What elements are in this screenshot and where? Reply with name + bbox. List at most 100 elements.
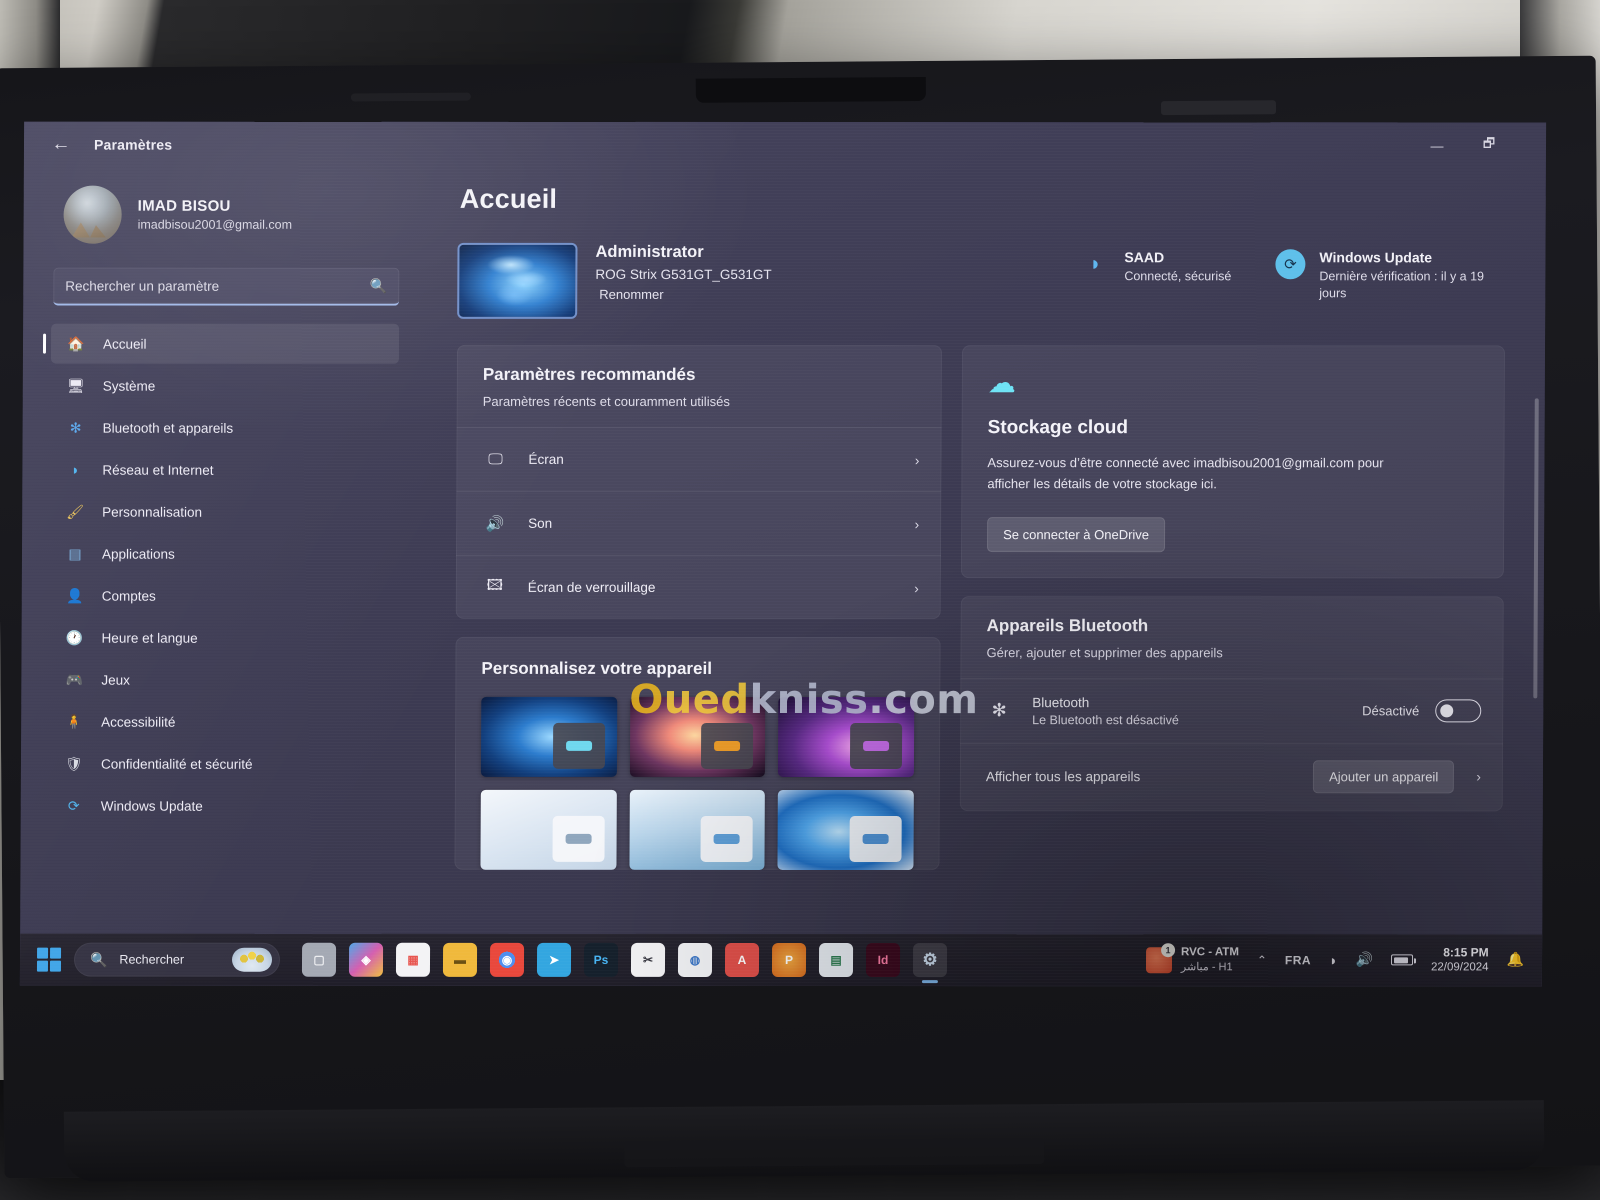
back-arrow-icon[interactable]: ← [46,130,76,160]
toggle-state-label: Désactivé [1362,703,1420,719]
sidebar-item-label: Personnalisation [102,504,203,520]
search-icon[interactable]: 🔍 [370,278,388,295]
adobe-reader-blue-icon[interactable]: ◍ [677,942,713,977]
content-scrollbar[interactable] [1533,398,1539,699]
bluetooth-toggle[interactable] [1435,699,1482,723]
sidebar-item-jeux[interactable]: 🎮 Jeux [49,660,397,700]
tray-media-item[interactable]: RVC - ATM مباشر - H1 [1145,947,1239,974]
right-column: ☁ Stockage cloud Assurez-vous d’être con… [959,345,1506,829]
row-label: Son [528,515,553,531]
wallpaper-thumb-3[interactable] [778,696,915,778]
status-item-windows-update[interactable]: ⟳ Windows Update Dernière vérification :… [1275,249,1505,302]
microsoft-store-icon[interactable]: ▦ [395,942,431,977]
sidebar-item-windows-update[interactable]: ⟳ Windows Update [49,786,397,826]
taskbar-search[interactable]: 🔍 Rechercher [73,942,281,977]
adobe-acrobat-icon[interactable]: A [724,942,760,977]
telegram-icon[interactable]: ➤ [536,942,572,977]
avatar [63,185,122,244]
chrome-icon[interactable]: ◉ [489,942,525,977]
taskbar-left: 🔍 Rechercher [34,942,281,977]
rename-link[interactable]: Renommer [595,287,771,302]
tray-language[interactable]: FRA [1285,953,1311,967]
status-item-network[interactable]: ◗ SAAD Connecté, sécurisé [1080,249,1231,302]
cloud-icon: ☁ [987,367,1016,399]
photoshop-icon[interactable]: Ps [583,942,619,977]
clock-time: 8:15 PM [1443,945,1489,960]
update-icon: ⟳ [67,797,80,814]
add-device-button[interactable]: Ajouter un appareil [1313,759,1455,793]
sidebar-item-heure-langue[interactable]: 🕐 Heure et langue [49,618,397,658]
minimize-button[interactable]: — [1424,134,1450,156]
sidebar-item-accueil[interactable]: 🏠 Accueil [50,323,400,364]
search-input[interactable] [53,267,400,306]
sidebar-item-applications[interactable]: ▤ Applications [50,534,398,574]
indesign-icon[interactable]: Id [865,943,901,978]
wallpaper-thumb-4[interactable] [480,789,617,870]
tray-clock[interactable]: 8:15 PM 22/09/2024 [1431,944,1489,976]
photo-scene: ← Paramètres — 🗗 IMAD BISOU imadbisou200… [0,0,1600,1200]
wallpaper-thumb-2[interactable] [629,696,766,777]
recommended-row-ecran[interactable]: 🖵 Écran › [456,426,942,492]
bluetooth-footer-row[interactable]: Afficher tous les appareils Ajouter un a… [959,742,1504,811]
card-description: Assurez-vous d’être connecté avec imadbi… [987,455,1384,492]
card-title: Appareils Bluetooth [986,615,1149,635]
wallpaper-thumb-1[interactable] [480,696,617,777]
wallpaper-thumb-5[interactable] [629,789,766,870]
device-wallpaper-thumbnail [457,242,578,319]
theme-chip [552,722,605,769]
sidebar-item-systeme[interactable]: 🖥 Système [51,366,399,406]
chevron-right-icon: › [914,579,919,596]
windows-start-icon[interactable] [34,945,64,975]
lock-screen-icon: 🖾 [486,576,504,594]
sidebar-item-accessibilite[interactable]: 🧍 Accessibilité [49,702,397,742]
account-block[interactable]: IMAD BISOU imadbisou2001@gmail.com [51,178,399,266]
onedrive-signin-button[interactable]: Se connecter à OneDrive [987,516,1166,552]
bell-icon[interactable]: 🔔 [1507,952,1525,969]
chevron-up-icon[interactable]: ⌃ [1257,953,1267,967]
recommended-row-son[interactable]: 🔊 Son › [455,490,942,556]
recommended-settings-card: Paramètres recommandés Paramètres récent… [455,344,943,620]
cloud-storage-card: ☁ Stockage cloud Assurez-vous d’être con… [960,345,1506,578]
laptop-lid-notch [695,76,926,103]
wifi-icon[interactable]: ◗ [1329,952,1338,968]
taskbar-search-label: Rechercher [119,952,185,967]
recommended-row-ecran-verrouillage[interactable]: 🖾 Écran de verrouillage › [455,554,941,620]
copilot-icon[interactable]: ◈ [348,942,384,977]
file-explorer-icon[interactable]: ▬ [442,942,478,977]
laptop-lid-vent-left [350,92,471,102]
sidebar-item-bluetooth[interactable]: ✻ Bluetooth et appareils [51,408,399,448]
status-subtitle: Dernière vérification : il y a 19 jours [1319,269,1485,301]
theme-chip [700,815,754,862]
settings-window: ← Paramètres — 🗗 IMAD BISOU imadbisou200… [19,121,1547,987]
sidebar-item-confidentialite[interactable]: 🛡 Confidentialité et sécurité [49,744,397,784]
chevron-right-icon: › [914,451,920,468]
weather-widget-icon[interactable] [231,947,273,972]
account-email: imadbisou2001@gmail.com [137,217,293,232]
page-title: Accueil [459,183,558,214]
snipping-tool-icon[interactable]: ✂ [630,942,666,977]
sidebar-item-personnalisation[interactable]: 🖌 Personnalisation [50,492,398,532]
display-icon: 🖥 [66,377,85,394]
sidebar-item-label: Windows Update [100,798,203,814]
bluetooth-toggle-group: Désactivé [1362,699,1482,723]
window-body: IMAD BISOU imadbisou2001@gmail.com 🔍 🏠 A… [20,168,1546,987]
window-title: Paramètres [93,136,173,153]
chevron-right-icon: › [914,515,920,532]
tray-media-text: RVC - ATM مباشر - H1 [1181,947,1239,974]
task-view-icon[interactable]: ▢ [301,942,337,977]
bluetooth-toggle-row: ✻ Bluetooth Le Bluetooth est désactivé D… [960,677,1504,743]
left-column: Paramètres recommandés Paramètres récent… [454,344,943,888]
bluetooth-label: Bluetooth [1032,694,1090,710]
taskbar-apps: ▢ ◈ ▦ ▬ ◉ ➤ Ps ✂ ◍ A P ▤ Id ⚙ [301,942,948,978]
restore-button[interactable]: 🗗 [1476,134,1502,156]
sidebar-item-reseau[interactable]: ◗ Réseau et Internet [50,450,398,490]
wallpaper-thumb-6[interactable] [777,789,914,871]
sidebar-item-comptes[interactable]: 👤 Comptes [50,576,398,616]
battery-icon[interactable] [1390,954,1414,966]
sidebar-search: 🔍 [53,267,400,306]
volume-icon[interactable]: 🔊 [1356,952,1374,969]
excel-icon[interactable]: ▤ [818,943,854,978]
settings-icon[interactable]: ⚙ [912,943,948,978]
powerpoint-icon[interactable]: P [771,942,807,978]
bluetooth-texts: Bluetooth Le Bluetooth est désactivé [1032,695,1179,727]
